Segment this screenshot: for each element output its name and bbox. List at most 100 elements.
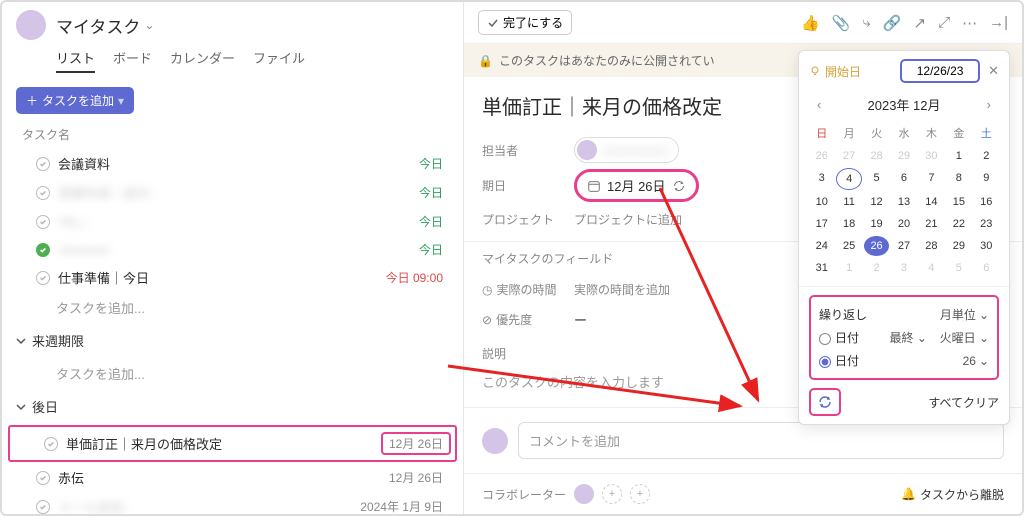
task-name: 見積作成・送付： [58,183,419,202]
calendar-day[interactable]: 13 [891,192,916,212]
calendar-day[interactable]: 30 [974,236,999,256]
calendar-day[interactable]: 1 [836,258,861,278]
repeat-toggle-button[interactable] [809,388,841,416]
prev-month-button[interactable]: ‹ [811,95,827,114]
clear-date-icon[interactable]: ✕ [988,63,999,79]
calendar-day[interactable]: 31 [809,258,834,278]
calendar-day[interactable]: 3 [891,258,916,278]
assignee-pill[interactable]: xxxxxxxxxx [574,137,679,163]
chevron-down-icon[interactable]: ⌄ [144,18,154,32]
task-check-icon[interactable] [44,437,58,451]
tab-list[interactable]: リスト [56,44,95,73]
calendar-day[interactable]: 1 [946,146,971,166]
calendar-day[interactable]: 27 [836,146,861,166]
repeat-frequency-select[interactable]: 月単位 ⌄ [940,306,989,323]
due-date-pill[interactable]: 12月 26日 [574,169,699,202]
repeat-option-day-of-month[interactable]: 日付 [819,352,859,369]
attachment-icon[interactable]: 📎 [832,14,851,32]
calendar-day[interactable]: 25 [836,236,861,256]
task-row[interactable]: TEL：今日 [2,207,463,236]
calendar-day[interactable]: 30 [919,146,944,166]
calendar-day[interactable]: 8 [946,168,971,190]
task-check-icon[interactable] [36,471,50,485]
task-check-icon[interactable] [36,186,50,200]
add-task-inline[interactable]: タスクを追加... [2,358,463,389]
collaborator-label: コラボレーター [482,486,566,503]
task-check-icon[interactable] [36,215,50,229]
calendar-day[interactable]: 6 [974,258,999,278]
add-task-button[interactable]: ＋ タスクを追加 ▾ [16,87,134,114]
repeat-ordinal-select[interactable]: 最終 ⌄ [890,329,927,346]
tab-board[interactable]: ボード [113,44,152,73]
calendar-day[interactable]: 3 [809,168,834,190]
add-collaborator-button[interactable]: + [602,484,622,504]
calendar-day[interactable]: 27 [891,236,916,256]
close-panel-icon[interactable]: →| [989,14,1008,31]
add-task-inline[interactable]: タスクを追加... [2,292,463,323]
task-row[interactable]: xxxxxxxx今日 [2,236,463,263]
calendar-day[interactable]: 4 [836,168,861,190]
calendar-day[interactable]: 19 [864,214,889,234]
share-icon[interactable]: ↗ [914,14,927,32]
calendar-day[interactable]: 21 [919,214,944,234]
add-collaborator-button[interactable]: + [630,484,650,504]
calendar-day[interactable]: 17 [809,214,834,234]
field-label-description: 説明 [482,345,574,362]
subtask-icon[interactable]: ⤷ [862,14,870,31]
next-month-button[interactable]: › [981,95,997,114]
calendar-day[interactable]: 2 [864,258,889,278]
leave-task-link[interactable]: 🔔タスクから離脱 [901,486,1004,503]
more-icon[interactable]: ⋯ [962,14,977,32]
calendar-day[interactable]: 20 [891,214,916,234]
section-later[interactable]: 後日 [2,389,463,424]
repeat-day-select[interactable]: 26 ⌄ [963,354,989,368]
calendar-day[interactable]: 23 [974,214,999,234]
calendar-day[interactable]: 14 [919,192,944,212]
task-row[interactable]: 会議資料今日 [2,149,463,178]
repeat-option-day-of-week[interactable]: 日付 [819,329,859,346]
task-check-icon[interactable] [36,500,50,514]
calendar-day[interactable]: 9 [974,168,999,190]
task-row[interactable]: メール返信：2024年 1月 9日 [2,492,463,514]
tab-files[interactable]: ファイル [253,44,305,73]
calendar-day[interactable]: 5 [864,168,889,190]
calendar-day[interactable]: 29 [891,146,916,166]
calendar-day[interactable]: 11 [836,192,861,212]
task-row[interactable]: 単価訂正｜来月の価格改定12月 26日 [8,425,457,462]
task-row[interactable]: 見積作成・送付：今日 [2,178,463,207]
calendar-day[interactable]: 6 [891,168,916,190]
comment-input[interactable]: コメントを追加 [518,422,1004,459]
calendar-day[interactable]: 26 [809,146,834,166]
calendar-day[interactable]: 26 [864,236,889,256]
calendar-day[interactable]: 22 [946,214,971,234]
calendar-day[interactable]: 7 [919,168,944,190]
task-check-icon[interactable] [36,157,50,171]
calendar-day[interactable]: 4 [919,258,944,278]
link-icon[interactable]: 🔗 [883,14,902,32]
calendar-day[interactable]: 16 [974,192,999,212]
calendar-day[interactable]: 5 [946,258,971,278]
task-row[interactable]: 仕事準備｜今日今日 09:00 [2,263,463,292]
calendar-day[interactable]: 28 [864,146,889,166]
calendar-day[interactable]: 10 [809,192,834,212]
task-check-icon[interactable] [36,243,50,257]
tab-calendar[interactable]: カレンダー [170,44,235,73]
like-icon[interactable]: 👍 [801,14,820,32]
task-check-icon[interactable] [36,271,50,285]
repeat-weekday-select[interactable]: 火曜日 ⌄ [940,329,989,346]
complete-button[interactable]: 完了にする [478,10,572,35]
date-input[interactable] [900,59,980,83]
section-next-week[interactable]: 来週期限 [2,323,463,358]
calendar-day[interactable]: 18 [836,214,861,234]
calendar-day[interactable]: 2 [974,146,999,166]
task-row[interactable]: 赤伝12月 26日 [2,463,463,492]
start-date-label[interactable]: 開始日 [809,63,892,80]
collaborator-avatar[interactable] [574,484,594,504]
expand-icon[interactable]: ⤢ [938,14,950,31]
calendar-day[interactable]: 29 [946,236,971,256]
clear-all-link[interactable]: すべてクリア [928,394,999,411]
calendar-day[interactable]: 12 [864,192,889,212]
calendar-day[interactable]: 24 [809,236,834,256]
calendar-day[interactable]: 15 [946,192,971,212]
calendar-day[interactable]: 28 [919,236,944,256]
